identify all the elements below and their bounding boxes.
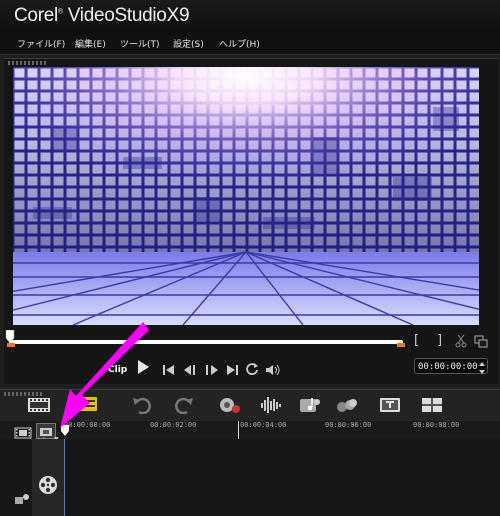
multi-camera-icon[interactable] (421, 396, 445, 414)
panel-grip[interactable] (8, 61, 48, 65)
film-reel-icon[interactable] (38, 475, 58, 499)
enlarge-icon[interactable] (474, 335, 488, 351)
title-brand: Corel (14, 5, 58, 26)
timecode-spinner-icon[interactable] (478, 360, 486, 379)
menu-help[interactable]: ヘルプ(H) (219, 37, 260, 50)
redo-icon[interactable] (175, 396, 197, 415)
record-capture-icon[interactable] (217, 396, 243, 414)
ruler-current-line (238, 421, 239, 439)
ruler-label: 00:00:04:00 (240, 421, 287, 429)
ruler-label: 00:00:08:00 (413, 421, 460, 429)
volume-icon[interactable] (265, 361, 281, 380)
preview-image (13, 67, 479, 325)
timecode-value[interactable]: 00:00:00:00 (418, 362, 478, 372)
app-title: Corel® VideoStudioX9 (14, 5, 190, 26)
subtitle-editor-icon[interactable] (379, 396, 403, 414)
preview-window (13, 67, 479, 325)
ruler-label: 00:00:02:00 (150, 421, 197, 429)
mark-out-button[interactable]: ] (437, 333, 442, 348)
mark-in-button[interactable]: [ (414, 333, 419, 348)
trim-start-marker[interactable] (7, 343, 15, 347)
next-frame-icon[interactable] (203, 361, 219, 380)
title-product: VideoStudio (67, 5, 167, 26)
annotation-arrow (30, 318, 155, 434)
menu-file[interactable]: ファイル(F) (17, 37, 65, 50)
sound-mixer-icon[interactable] (259, 396, 285, 414)
timeline-area[interactable] (0, 439, 500, 516)
go-to-start-icon[interactable] (162, 361, 176, 380)
trim-end-marker[interactable] (397, 343, 405, 347)
repeat-icon[interactable] (245, 360, 259, 379)
go-to-end-icon[interactable] (225, 361, 239, 380)
ruler-label: 00:00:06:00 (325, 421, 372, 429)
video-track-header[interactable] (32, 439, 65, 516)
title-bar: Corel® VideoStudioX9 (0, 0, 500, 34)
title-version: X9 (166, 5, 190, 26)
split-icon[interactable] (455, 334, 467, 351)
menu-settings[interactable]: 設定(S) (173, 37, 204, 50)
menu-bar: ファイル(F) 編集(E) ツール(T) 設定(S) ヘルプ(H) (0, 34, 500, 55)
motion-tracking-icon[interactable] (336, 396, 360, 414)
auto-music-icon[interactable] (299, 396, 323, 414)
timecode-display[interactable]: 00:00:00:00 (414, 358, 488, 374)
menu-edit[interactable]: 編集(E) (75, 37, 106, 50)
previous-frame-icon[interactable] (183, 361, 199, 380)
menu-tools[interactable]: ツール(T) (120, 37, 160, 50)
track-visibility-icon[interactable] (14, 490, 30, 509)
